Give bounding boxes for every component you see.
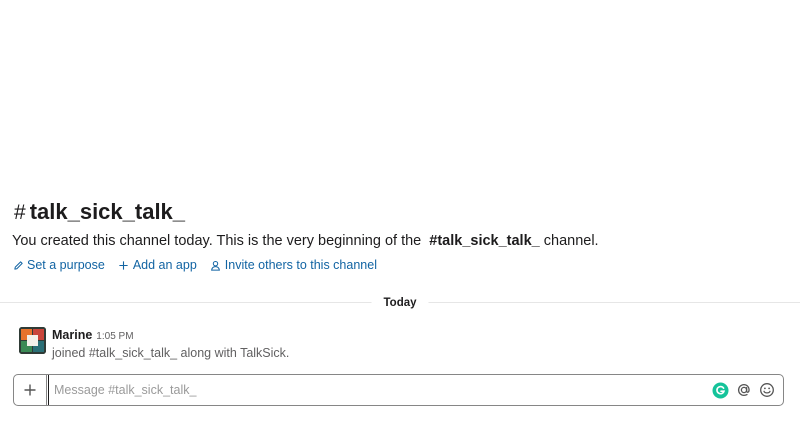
- channel-intro: # talk_sick_talk_ You created this chann…: [12, 196, 788, 272]
- grammarly-icon[interactable]: [712, 382, 729, 399]
- person-icon: [210, 259, 222, 271]
- avatar-icon[interactable]: [19, 327, 46, 354]
- channel-intro-text: You created this channel today. This is …: [12, 230, 788, 252]
- message-sender[interactable]: Marine: [52, 327, 92, 343]
- plus-icon: [23, 383, 37, 397]
- channel-view: # talk_sick_talk_ You created this chann…: [0, 0, 800, 422]
- invite-others-label: Invite others to this channel: [224, 258, 377, 272]
- message-composer: [13, 374, 784, 406]
- pencil-icon: [12, 259, 24, 271]
- channel-title: # talk_sick_talk_: [14, 196, 788, 228]
- message-text: joined #talk_sick_talk_ along with TalkS…: [52, 346, 290, 360]
- channel-name: talk_sick_talk_: [29, 199, 186, 224]
- set-purpose-label: Set a purpose: [27, 258, 105, 272]
- message-item: Marine 1:05 PM joined #talk_sick_talk_ a…: [19, 327, 781, 362]
- attach-button[interactable]: [14, 375, 47, 405]
- add-app-label: Add an app: [132, 258, 197, 272]
- intro-actions: Set a purpose Add an app Invite others t…: [12, 258, 788, 272]
- message-timestamp[interactable]: 1:05 PM: [96, 329, 133, 345]
- plus-icon: [118, 259, 130, 271]
- set-purpose-link[interactable]: Set a purpose: [12, 258, 105, 272]
- invite-others-link[interactable]: Invite others to this channel: [210, 258, 377, 272]
- message-body: Marine 1:05 PM joined #talk_sick_talk_ a…: [52, 327, 289, 362]
- emoji-icon[interactable]: [758, 382, 775, 399]
- channel-hash: #: [14, 201, 26, 224]
- day-divider-label: Today: [371, 295, 429, 311]
- message-input[interactable]: [48, 375, 706, 405]
- add-app-link[interactable]: Add an app: [118, 258, 197, 272]
- intro-prefix: You created this channel today. This is …: [12, 233, 422, 249]
- at-sign-icon[interactable]: [735, 382, 752, 399]
- composer-icons: [706, 382, 783, 399]
- intro-suffix: channel.: [543, 233, 599, 249]
- message-header: Marine 1:05 PM: [52, 327, 289, 345]
- intro-channel-link[interactable]: #talk_sick_talk_: [429, 233, 539, 249]
